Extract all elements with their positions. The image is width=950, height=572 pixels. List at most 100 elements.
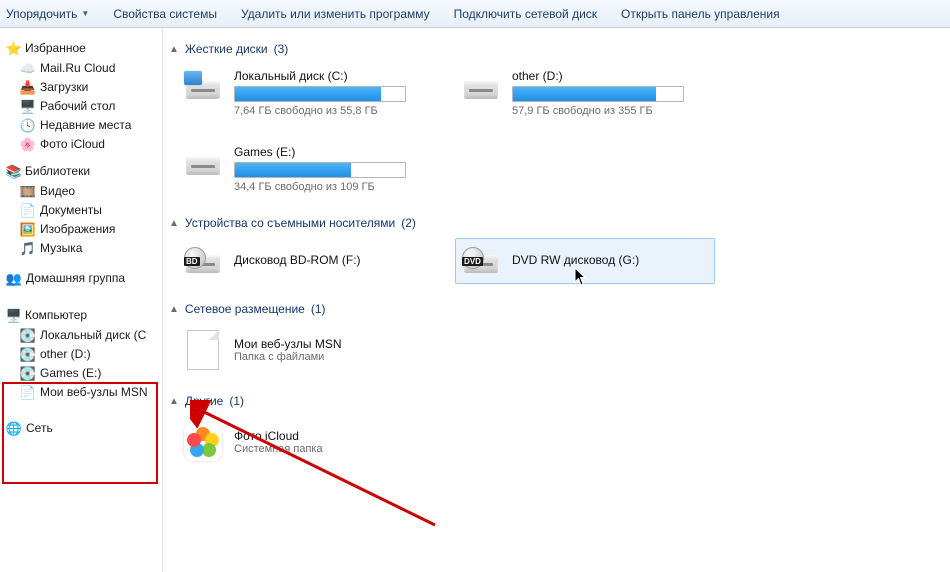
nav-item-documents[interactable]: 📄 Документы <box>6 201 162 219</box>
drive-icon <box>460 69 504 105</box>
computer-icon: 🖥️ <box>6 307 22 323</box>
nav-item-desktop[interactable]: 🖥️ Рабочий стол <box>6 97 162 115</box>
capacity-bar <box>234 162 406 178</box>
section-title: Другие <box>185 394 223 408</box>
hdd-items: Локальный диск (C:) 7,64 ГБ свободно из … <box>177 64 942 198</box>
star-icon: ⭐ <box>6 40 22 56</box>
homegroup-icon: 👥 <box>6 270 22 286</box>
nav-item-msn[interactable]: 📄 Мои веб-узлы MSN <box>6 383 162 401</box>
nav-item-mailru[interactable]: ☁️ Mail.Ru Cloud <box>6 59 162 77</box>
drive-d[interactable]: other (D:) 57,9 ГБ свободно из 355 ГБ <box>455 64 715 122</box>
folder-msn[interactable]: Мои веб-узлы MSN Папка с файлами <box>177 324 437 376</box>
drive-subtitle: 57,9 ГБ свободно из 355 ГБ <box>512 105 710 117</box>
music-icon: 🎵 <box>20 240 36 256</box>
collapse-triangle-icon: ▲ <box>169 396 179 407</box>
section-count: (1) <box>229 394 244 408</box>
nav-group-homegroup[interactable]: 👥 Домашняя группа <box>6 269 162 287</box>
cursor-icon <box>574 267 588 287</box>
drive-title: Локальный диск (C:) <box>234 69 432 83</box>
section-title: Устройства со съемными носителями <box>185 216 395 230</box>
nav-item-recent[interactable]: 🕓 Недавние места <box>6 116 162 134</box>
drive-title: Дисковод BD-ROM (F:) <box>234 253 432 267</box>
optical-drive-icon: BD <box>182 243 226 279</box>
section-other-header[interactable]: ▲ Другие (1) <box>169 394 942 408</box>
folder-subtitle: Системная папка <box>234 443 323 455</box>
nav-item-label: Документы <box>40 203 102 217</box>
nav-group-network[interactable]: 🌐 Сеть <box>6 419 162 437</box>
photos-icon: 🌸 <box>20 136 36 152</box>
collapse-triangle-icon: ▲ <box>169 218 179 229</box>
nav-item-label: Мои веб-узлы MSN <box>40 385 147 399</box>
nav-item-label: Видео <box>40 184 75 198</box>
toolbar-map-network-drive[interactable]: Подключить сетевой диск <box>454 7 597 21</box>
drive-title: other (D:) <box>512 69 710 83</box>
drive-subtitle: 34,4 ГБ свободно из 109 ГБ <box>234 181 432 193</box>
collapse-triangle-icon: ▲ <box>169 44 179 55</box>
navigation-pane: ⭐ Избранное ☁️ Mail.Ru Cloud 📥 Загрузки … <box>0 28 163 572</box>
downloads-icon: 📥 <box>20 79 36 95</box>
document-icon <box>182 329 224 371</box>
nav-libraries-label: Библиотеки <box>25 164 90 178</box>
recent-icon: 🕓 <box>20 117 36 133</box>
toolbar-uninstall-program[interactable]: Удалить или изменить программу <box>241 7 430 21</box>
toolbar-organize[interactable]: Упорядочить ▼ <box>6 7 89 21</box>
drive-c[interactable]: Локальный диск (C:) 7,64 ГБ свободно из … <box>177 64 437 122</box>
removable-items: BD Дисковод BD-ROM (F:) DVD DVD RW диско… <box>177 238 942 284</box>
folder-title: Мои веб-узлы MSN <box>234 337 341 351</box>
nav-item-label: Фото iCloud <box>40 137 105 151</box>
section-netloc-header[interactable]: ▲ Сетевое размещение (1) <box>169 302 942 316</box>
section-title: Жесткие диски <box>185 42 268 56</box>
collapse-triangle-icon: ▲ <box>169 304 179 315</box>
section-count: (3) <box>274 42 289 56</box>
bd-tag: BD <box>184 257 200 266</box>
section-removable-header[interactable]: ▲ Устройства со съемными носителями (2) <box>169 216 942 230</box>
drive-icon <box>182 69 226 105</box>
drive-bd[interactable]: BD Дисковод BD-ROM (F:) <box>177 238 437 284</box>
nav-homegroup-label: Домашняя группа <box>26 271 125 285</box>
video-icon: 🎞️ <box>20 183 36 199</box>
nav-item-drive-c[interactable]: 💽 Локальный диск (C <box>6 326 162 344</box>
nav-item-label: Изображения <box>40 222 115 236</box>
dvd-tag: DVD <box>462 257 483 266</box>
nav-item-label: Загрузки <box>40 80 88 94</box>
nav-group-computer[interactable]: 🖥️ Компьютер <box>6 307 162 323</box>
capacity-bar <box>512 86 684 102</box>
folder-subtitle: Папка с файлами <box>234 351 341 363</box>
hdd-icon: 💽 <box>20 365 36 381</box>
section-hdd-header[interactable]: ▲ Жесткие диски (3) <box>169 42 942 56</box>
toolbar-organize-label: Упорядочить <box>6 7 77 21</box>
nav-item-video[interactable]: 🎞️ Видео <box>6 182 162 200</box>
nav-item-icloud-photos[interactable]: 🌸 Фото iCloud <box>6 135 162 153</box>
section-count: (2) <box>401 216 416 230</box>
content-pane: ▲ Жесткие диски (3) Локальный диск (C:) … <box>163 28 950 572</box>
drive-e[interactable]: Games (E:) 34,4 ГБ свободно из 109 ГБ <box>177 140 437 198</box>
folder-icloud-photos[interactable]: Фото iCloud Системная папка <box>177 416 437 468</box>
drive-dvd[interactable]: DVD DVD RW дисковод (G:) <box>455 238 715 284</box>
nav-item-label: Недавние места <box>40 118 131 132</box>
nav-item-label: Games (E:) <box>40 366 101 380</box>
nav-item-downloads[interactable]: 📥 Загрузки <box>6 78 162 96</box>
section-count: (1) <box>311 302 326 316</box>
network-icon: 🌐 <box>6 420 22 436</box>
nav-group-libraries[interactable]: 📚 Библиотеки <box>6 163 162 179</box>
nav-item-label: Локальный диск (C <box>40 328 146 342</box>
toolbar: Упорядочить ▼ Свойства системы Удалить и… <box>0 0 950 28</box>
nav-item-label: Рабочий стол <box>40 99 115 113</box>
netloc-items: Мои веб-узлы MSN Папка с файлами <box>177 324 942 376</box>
drive-icon <box>182 145 226 181</box>
dropdown-arrow-icon: ▼ <box>81 9 89 18</box>
nav-item-music[interactable]: 🎵 Музыка <box>6 239 162 257</box>
other-items: Фото iCloud Системная папка <box>177 416 942 468</box>
nav-favorites-label: Избранное <box>25 41 86 55</box>
nav-item-drive-e[interactable]: 💽 Games (E:) <box>6 364 162 382</box>
toolbar-open-control-panel[interactable]: Открыть панель управления <box>621 7 780 21</box>
nav-group-favorites[interactable]: ⭐ Избранное <box>6 40 162 56</box>
explorer-body: ⭐ Избранное ☁️ Mail.Ru Cloud 📥 Загрузки … <box>0 28 950 572</box>
hdd-icon: 💽 <box>20 346 36 362</box>
page-icon: 📄 <box>20 384 36 400</box>
nav-item-images[interactable]: 🖼️ Изображения <box>6 220 162 238</box>
toolbar-system-properties[interactable]: Свойства системы <box>113 7 217 21</box>
nav-item-drive-d[interactable]: 💽 other (D:) <box>6 345 162 363</box>
folder-title: Фото iCloud <box>234 429 323 443</box>
nav-item-label: Музыка <box>40 241 82 255</box>
